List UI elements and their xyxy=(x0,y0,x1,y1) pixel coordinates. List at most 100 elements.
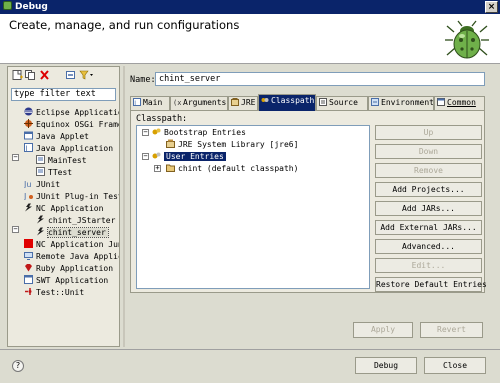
classpath-label: Classpath: xyxy=(136,114,188,124)
tree-item-chint-jstarter[interactable]: chint_JStarter xyxy=(36,215,115,227)
expand-toggle[interactable]: − xyxy=(12,154,19,161)
tree-item-junit[interactable]: Ju JUnit xyxy=(24,179,60,191)
up-button[interactable]: Up xyxy=(375,125,482,140)
classpath-tree[interactable]: − Bootstrap Entries JRE System Library [… xyxy=(136,125,370,289)
debug-icon xyxy=(3,1,12,10)
expand-toggle[interactable]: − xyxy=(142,129,149,136)
nc-config-icon xyxy=(37,215,44,224)
bug-icon xyxy=(445,20,489,59)
expand-toggle[interactable]: − xyxy=(142,153,149,160)
window-titlebar: Debug × xyxy=(0,0,500,14)
add-projects-button[interactable]: Add Projects... xyxy=(375,182,482,197)
svg-text:Ju: Ju xyxy=(24,180,31,188)
tab-arguments[interactable]: (x)Arguments xyxy=(170,96,228,110)
tree-item-ttest[interactable]: TTest xyxy=(36,167,72,179)
tab-environment[interactable]: Environment xyxy=(368,96,434,110)
name-field[interactable]: chint_server xyxy=(155,72,485,86)
dialog-banner: Create, manage, and run configurations xyxy=(0,14,500,64)
common-icon xyxy=(437,98,445,106)
svg-text:J: J xyxy=(24,192,26,200)
tab-classpath[interactable]: Classpath xyxy=(258,94,316,111)
filter-input[interactable]: type filter text xyxy=(11,88,116,101)
duplicate-icon[interactable] xyxy=(25,70,36,80)
add-jars-button[interactable]: Add JARs... xyxy=(375,201,482,216)
config-tabs: JMain (x)Arguments JRE Classpath Source … xyxy=(130,94,485,111)
advanced-button[interactable]: Advanced... xyxy=(375,239,482,254)
library-icon xyxy=(166,139,175,148)
tab-common[interactable]: Common xyxy=(434,96,485,110)
java-config-icon xyxy=(36,155,45,164)
pane-splitter[interactable] xyxy=(123,66,125,347)
classpath-entry-chint[interactable]: chint (default classpath) xyxy=(166,163,298,175)
tree-item-test-unit[interactable]: Test::Unit xyxy=(24,287,84,299)
window-title: Debug xyxy=(15,2,48,12)
nc-app-icon xyxy=(25,203,32,212)
project-icon xyxy=(166,164,175,172)
nc-config-icon xyxy=(37,227,44,236)
configuration-list-pane: type filter text − − Eclipse Applicatio … xyxy=(7,66,120,347)
ruby-icon xyxy=(25,264,32,272)
tree-item-nc-application[interactable]: NC Application xyxy=(24,203,103,215)
classpath-panel: Classpath: − Bootstrap Entries JRE Syste… xyxy=(130,110,487,293)
close-window-button[interactable]: × xyxy=(485,1,498,13)
footer-separator xyxy=(0,349,500,350)
tab-main[interactable]: J Main xyxy=(130,96,170,110)
svg-text:J: J xyxy=(133,100,136,106)
classpath-entry-bootstrap[interactable]: Bootstrap Entries xyxy=(152,127,246,139)
junit-plugin-icon: J xyxy=(24,192,33,200)
java-app-icon: J xyxy=(24,143,33,152)
help-icon[interactable]: ? xyxy=(12,360,24,372)
down-button[interactable]: Down xyxy=(375,144,482,159)
name-label: Name: xyxy=(130,75,156,85)
delete-icon[interactable] xyxy=(39,70,50,80)
testunit-icon xyxy=(25,288,32,295)
classpath-icon xyxy=(261,98,269,102)
new-configuration-icon[interactable] xyxy=(12,70,23,80)
remote-icon xyxy=(24,252,33,260)
classpath-entry-user-entries[interactable]: User Entries xyxy=(152,151,226,163)
tab-jre[interactable]: JRE xyxy=(228,96,258,110)
main-tab-icon: J xyxy=(133,98,141,106)
classpath-entry-jre-library[interactable]: JRE System Library [jre6] xyxy=(166,139,298,151)
revert-button[interactable]: Revert xyxy=(420,322,483,338)
left-toolbar xyxy=(8,67,119,83)
applet-icon xyxy=(24,131,33,140)
expand-toggle[interactable]: − xyxy=(12,226,19,233)
tree-item-maintest[interactable]: MainTest xyxy=(36,155,87,167)
tree-item-java-applet[interactable]: Java Applet xyxy=(24,131,89,143)
filter-menu-icon[interactable] xyxy=(79,70,93,80)
tree-item-nc-application-junit[interactable]: NC Application Jun xyxy=(24,239,119,251)
expand-toggle[interactable]: + xyxy=(154,165,161,172)
apply-button[interactable]: Apply xyxy=(353,322,413,338)
junit-icon: Ju xyxy=(24,180,31,188)
remove-button[interactable]: Remove xyxy=(375,163,482,178)
configuration-tree[interactable]: − − Eclipse Applicatio Equinox OSGi Fram… xyxy=(10,105,119,345)
source-icon xyxy=(319,98,327,106)
user-entries-icon xyxy=(152,152,161,159)
bootstrap-entries-icon xyxy=(152,128,161,135)
restore-default-entries-button[interactable]: Restore Default Entries xyxy=(375,277,487,292)
tree-item-swt-application[interactable]: SWT Application xyxy=(24,275,108,287)
tab-source[interactable]: Source xyxy=(316,96,368,110)
eclipse-icon xyxy=(24,107,33,116)
tree-item-java-application[interactable]: J Java Application xyxy=(24,143,113,155)
edit-button[interactable]: Edit... xyxy=(375,258,482,273)
swt-icon xyxy=(24,275,33,284)
debug-button[interactable]: Debug xyxy=(355,357,417,374)
tree-item-equinox-osgi[interactable]: Equinox OSGi Frame xyxy=(24,119,119,131)
nc-junit-icon xyxy=(24,239,33,248)
add-external-jars-button[interactable]: Add External JARs... xyxy=(375,220,482,235)
tree-item-chint-server[interactable]: chint_server xyxy=(36,227,109,239)
arguments-icon: (x) xyxy=(173,99,181,106)
dialog-title: Create, manage, and run configurations xyxy=(9,18,240,32)
collapse-all-icon[interactable] xyxy=(65,70,76,80)
tree-item-eclipse-application[interactable]: Eclipse Applicatio xyxy=(24,107,119,119)
osgi-icon xyxy=(24,119,33,128)
environment-icon xyxy=(371,98,379,106)
tree-item-ruby-application[interactable]: Ruby Application xyxy=(24,263,113,275)
close-button[interactable]: Close xyxy=(424,357,486,374)
svg-text:J: J xyxy=(25,145,28,153)
tree-item-remote-java-application[interactable]: Remote Java Applic xyxy=(24,251,119,263)
tree-item-junit-plugin-test[interactable]: J JUnit Plug-in Test xyxy=(24,191,119,203)
jre-icon xyxy=(231,98,239,106)
